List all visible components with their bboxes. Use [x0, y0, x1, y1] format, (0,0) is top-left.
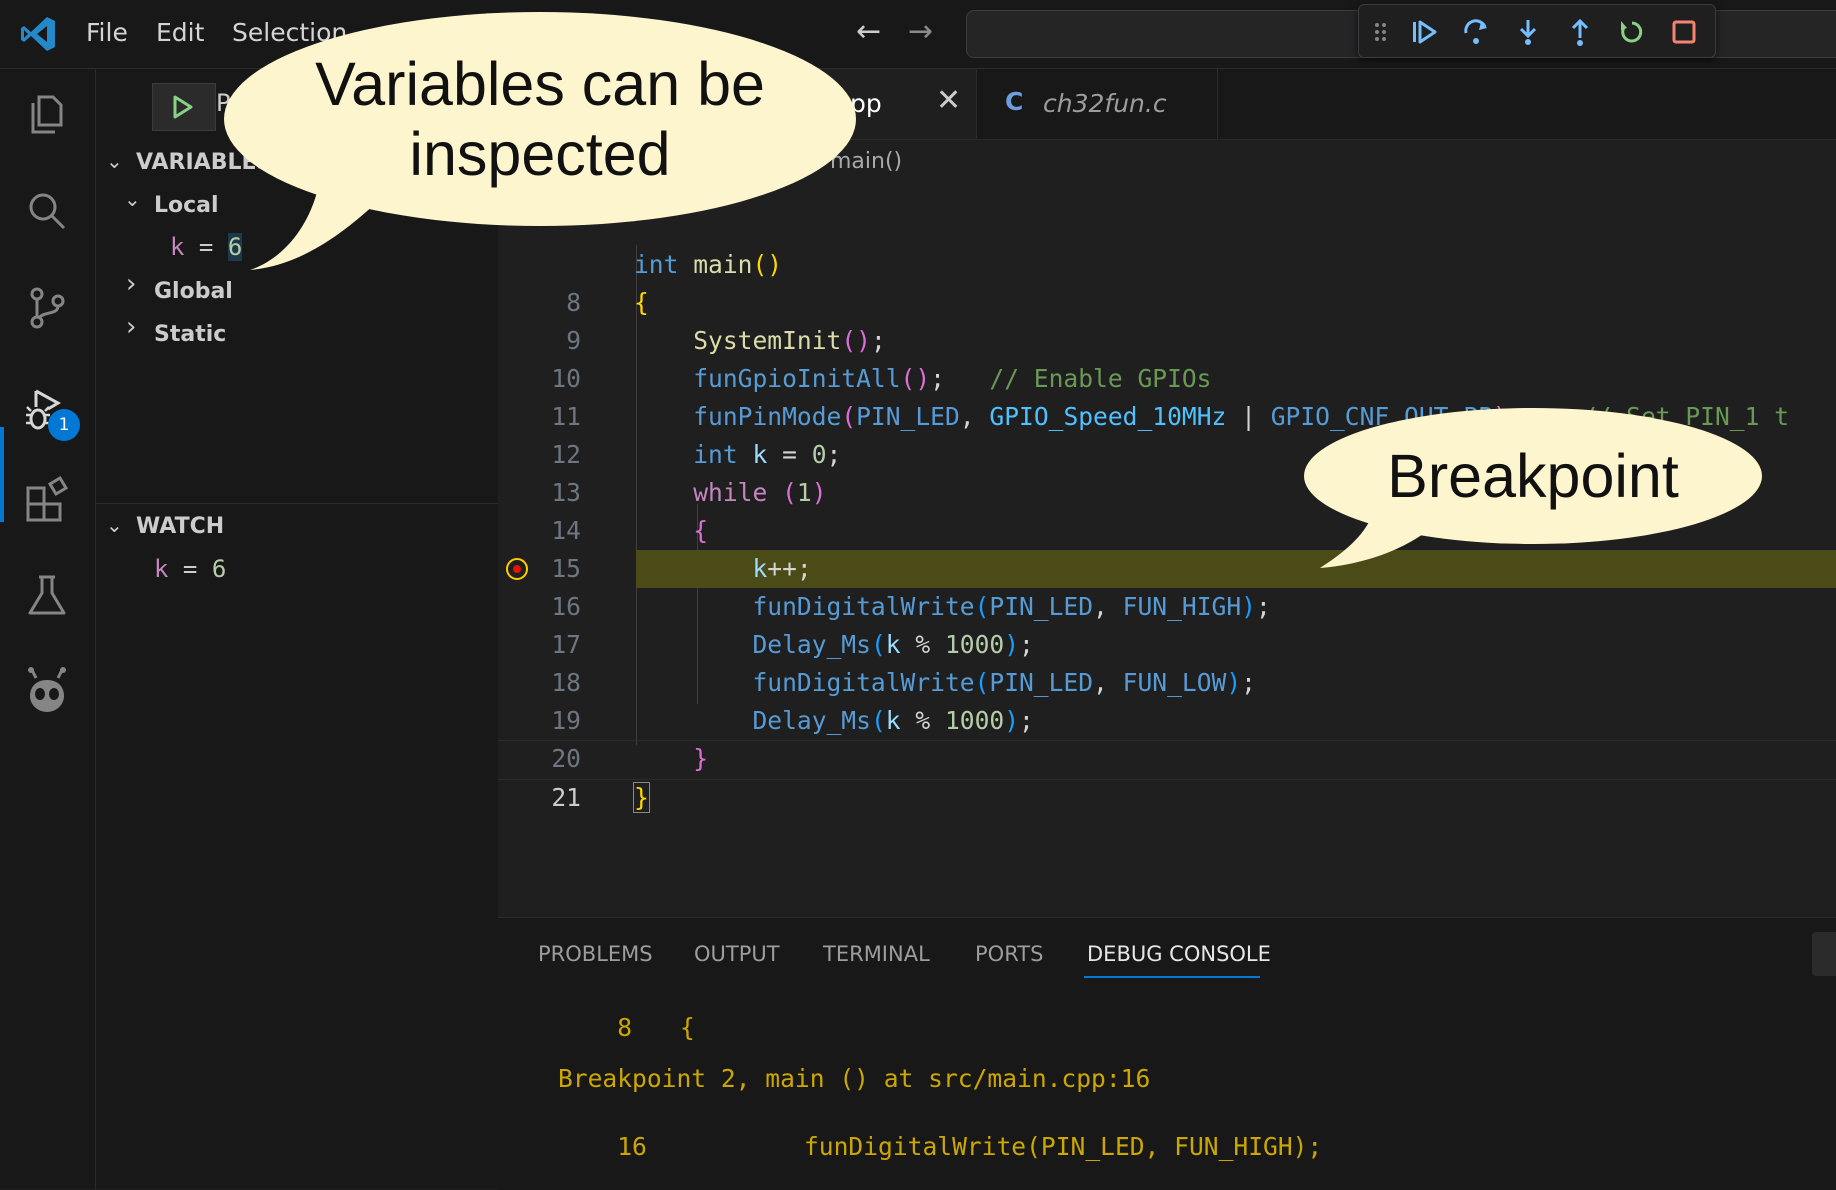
- code-line-9: 9 SystemInit();: [566, 326, 886, 355]
- console-line: Breakpoint 2, main () at src/main.cpp:16: [558, 1064, 1151, 1093]
- callout-text: Variables can be: [315, 49, 765, 118]
- explorer-icon[interactable]: [22, 89, 72, 139]
- scope-global[interactable]: Global: [154, 279, 233, 304]
- code-line-7: int main(): [634, 250, 783, 279]
- platformio-icon[interactable]: [22, 666, 72, 716]
- watch-value: 6: [211, 555, 227, 583]
- continue-icon[interactable]: [1409, 17, 1439, 47]
- code-line-16: 16 funDigitalWrite(PIN_LED, FUN_HIGH);: [551, 592, 1271, 621]
- title-bar: File Edit Selection ← →: [0, 0, 1836, 69]
- chevron-down-icon[interactable]: ⌄: [124, 187, 141, 211]
- bottom-panel: PROBLEMS OUTPUT TERMINAL PORTS DEBUG CON…: [498, 917, 1836, 1190]
- code-line-20: 20 }: [551, 744, 709, 773]
- drag-handle-icon[interactable]: [1373, 17, 1389, 47]
- panel-tab-problems[interactable]: PROBLEMS: [538, 942, 653, 966]
- menu-edit[interactable]: Edit: [156, 18, 204, 47]
- chevron-down-icon[interactable]: ⌄: [106, 149, 123, 173]
- panel-tab-terminal[interactable]: TERMINAL: [823, 942, 930, 966]
- close-icon[interactable]: ✕: [936, 83, 961, 118]
- callout-variables: Variables can be inspected: [224, 12, 856, 226]
- start-debugging-button[interactable]: [152, 83, 216, 131]
- step-out-icon[interactable]: [1565, 17, 1595, 47]
- chevron-down-icon[interactable]: ⌄: [106, 513, 123, 537]
- section-divider: [96, 503, 498, 504]
- testing-icon[interactable]: [22, 571, 72, 621]
- console-line-text: {: [680, 1013, 695, 1042]
- panel-tab-debug-console[interactable]: DEBUG CONSOLE: [1087, 942, 1271, 966]
- console-line-text: funDigitalWrite(PIN_LED, FUN_HIGH);: [804, 1132, 1323, 1161]
- console-line: 16 funDigitalWrite(PIN_LED, FUN_HIGH);: [558, 1103, 1322, 1190]
- step-into-icon[interactable]: [1513, 17, 1543, 47]
- code-line-17: 17 Delay_Ms(k % 1000);: [551, 630, 1034, 659]
- panel-tab-ports[interactable]: PORTS: [975, 942, 1043, 966]
- code-line-10: 10 funGpioInitAll(); // Enable GPIOs: [551, 364, 1212, 393]
- watch-section-title[interactable]: WATCH: [136, 514, 224, 539]
- c-file-icon: C: [1005, 87, 1024, 116]
- activity-bar: 1: [0, 69, 96, 1189]
- console-line-number: 8: [617, 1013, 633, 1042]
- active-view-indicator: [0, 427, 4, 522]
- source-control-icon[interactable]: [22, 283, 72, 333]
- tab-ch32fun-c[interactable]: C ch32fun.c: [977, 69, 1218, 139]
- scope-static[interactable]: Static: [154, 322, 226, 347]
- console-line: 8{: [558, 984, 695, 1071]
- forward-arrow-icon[interactable]: →: [908, 14, 933, 49]
- breadcrumb[interactable]: main(): [830, 149, 902, 174]
- code-line-21: 21}: [498, 740, 1836, 813]
- debug-toolbar: [1358, 4, 1716, 58]
- stop-icon[interactable]: [1669, 17, 1699, 47]
- play-icon: [173, 95, 193, 119]
- panel-filter-button[interactable]: [1812, 932, 1836, 976]
- extensions-icon[interactable]: [22, 474, 72, 524]
- watch-expression-k[interactable]: k = 6: [154, 555, 226, 583]
- menu-file[interactable]: File: [86, 18, 128, 47]
- code-line-19: 19 Delay_Ms(k % 1000);: [551, 706, 1034, 735]
- callout-text: inspected: [409, 120, 671, 188]
- console-line-number: 16: [617, 1132, 647, 1161]
- scope-local[interactable]: Local: [154, 193, 219, 218]
- search-icon[interactable]: [22, 186, 72, 236]
- callout-breakpoint: Breakpoint: [1304, 408, 1762, 544]
- variable-name: k: [170, 233, 185, 261]
- code-line-18: 18 funDigitalWrite(PIN_LED, FUN_LOW);: [551, 668, 1256, 697]
- restart-icon[interactable]: [1617, 17, 1647, 47]
- back-arrow-icon[interactable]: ←: [856, 14, 881, 49]
- watch-name: k: [154, 555, 169, 583]
- callout-text: Breakpoint: [1387, 442, 1679, 510]
- debug-count-badge: 1: [48, 409, 80, 441]
- chevron-right-icon[interactable]: ›: [126, 269, 136, 299]
- code-line-8: 8{: [566, 288, 649, 317]
- chevron-right-icon[interactable]: ›: [126, 312, 136, 342]
- vscode-logo-icon: [21, 17, 55, 51]
- local-variable-k[interactable]: k = 6: [170, 233, 243, 261]
- tab-label: ch32fun.c: [1043, 89, 1167, 118]
- code-line-11: 11 funPinMode(PIN_LED, GPIO_Speed_10MHz …: [551, 402, 1790, 431]
- active-tab-indicator: [1084, 976, 1260, 978]
- step-over-icon[interactable]: [1461, 17, 1491, 47]
- panel-tab-output[interactable]: OUTPUT: [694, 942, 780, 966]
